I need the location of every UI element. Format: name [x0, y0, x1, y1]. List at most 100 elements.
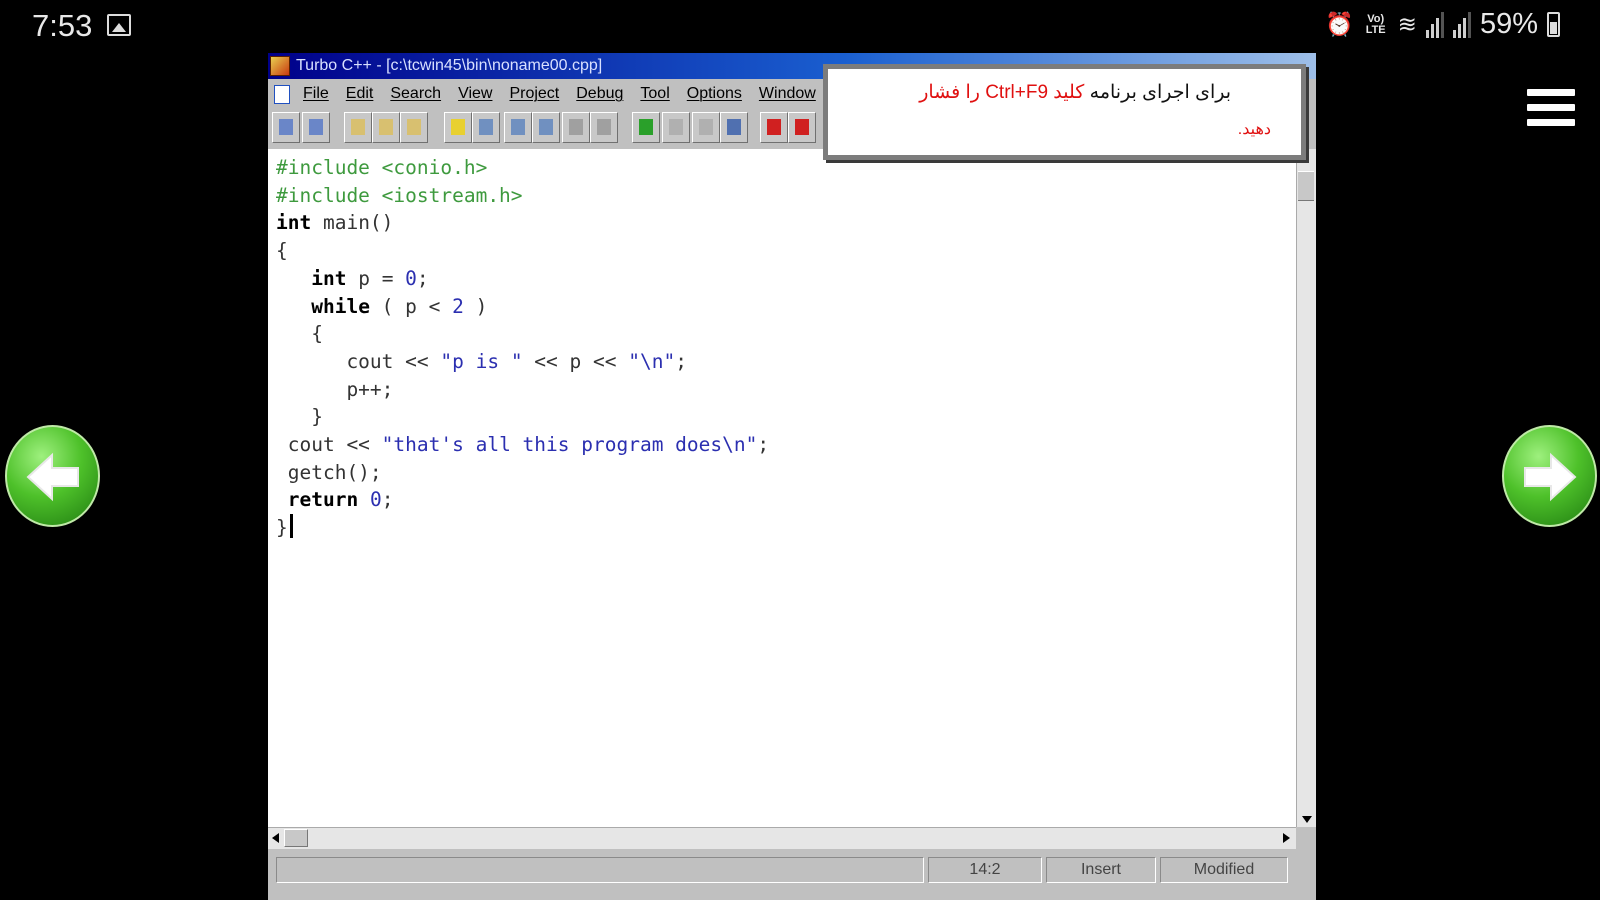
code-line[interactable]: {: [276, 239, 288, 262]
arrow-left-icon: [26, 452, 79, 502]
cut-icon: [569, 119, 583, 135]
modified-indicator: Modified: [1160, 857, 1288, 883]
menu-debug[interactable]: Debug: [576, 85, 623, 103]
code-token: #include <iostream.h>: [276, 183, 523, 207]
code-token: ): [463, 294, 488, 318]
battery-icon: [1547, 12, 1560, 37]
code-line[interactable]: while ( p < 2 ): [276, 295, 487, 318]
menu-edit[interactable]: Edit: [346, 85, 374, 103]
undo-button[interactable]: [272, 112, 300, 143]
code-line[interactable]: cout << "p is " << p << "\n";: [276, 350, 687, 373]
hamburger-menu-icon[interactable]: [1527, 89, 1575, 129]
watch-button[interactable]: [788, 112, 816, 143]
code-token: "p is ": [440, 349, 523, 373]
gallery-notification-icon: [107, 14, 131, 36]
code-token: getch();: [276, 460, 382, 484]
compile-button[interactable]: [444, 112, 472, 143]
trace-into-icon: [699, 119, 713, 135]
code-token: #include <conio.h>: [276, 156, 488, 179]
previous-slide-button[interactable]: [5, 425, 100, 527]
redo-button[interactable]: [302, 112, 330, 143]
compile-icon: [451, 119, 465, 135]
signal-icon-sim2: [1452, 11, 1471, 38]
run-icon: [639, 119, 653, 135]
build-icon: [511, 119, 525, 135]
code-line[interactable]: #include <conio.h>: [276, 156, 487, 179]
menu-file[interactable]: File: [303, 85, 329, 103]
code-line[interactable]: cout << "that's all this program does\n"…: [276, 433, 769, 456]
tooltip-shortcut: Ctrl+F9: [985, 82, 1049, 103]
horizontal-scroll-thumb[interactable]: [284, 829, 308, 847]
code-line[interactable]: }: [276, 514, 293, 540]
code-token: }: [276, 405, 323, 429]
cursor-position: 14:2: [928, 857, 1042, 883]
menu-view[interactable]: View: [458, 85, 492, 103]
code-token: "\n": [628, 349, 676, 373]
code-token: cout <<: [276, 349, 441, 373]
horizontal-scrollbar[interactable]: [268, 827, 1296, 849]
code-token: return: [287, 488, 359, 512]
build-button[interactable]: [504, 112, 532, 143]
code-token: p =: [346, 266, 406, 290]
redo-icon: [309, 119, 323, 135]
code-token: ;: [381, 488, 394, 512]
turbo-cpp-app-icon: [270, 56, 290, 76]
document-icon[interactable]: [274, 85, 290, 104]
cut-button[interactable]: [562, 112, 590, 143]
code-line[interactable]: p++;: [276, 378, 393, 401]
wifi-icon: ≋: [1397, 11, 1417, 37]
save-file-button[interactable]: [400, 112, 428, 143]
scroll-down-icon[interactable]: [1302, 816, 1312, 823]
next-slide-button[interactable]: [1502, 425, 1597, 527]
code-line[interactable]: int main(): [276, 211, 393, 234]
code-line[interactable]: return 0;: [276, 488, 394, 512]
breakpoint-button[interactable]: [760, 112, 788, 143]
make-button[interactable]: [472, 112, 500, 143]
phone-status-bar: 7:53 ⏰ Vo) LTE ≋ 59%: [0, 0, 1600, 56]
arrow-right-icon: [1524, 452, 1577, 502]
code-line[interactable]: }: [276, 405, 323, 428]
vertical-scroll-thumb[interactable]: [1298, 171, 1314, 201]
vertical-scrollbar[interactable]: [1296, 149, 1316, 827]
code-line[interactable]: getch();: [276, 461, 382, 484]
code-token: ;: [757, 433, 770, 457]
instruction-tooltip: برای اجرای برنامه کلید Ctrl+F9 را فشار د…: [823, 64, 1306, 160]
code-token: 2: [452, 294, 464, 318]
turbo-cpp-window: Turbo C++ - [c:\tcwin45\bin\noname00.cpp…: [268, 53, 1316, 900]
status-message: [276, 857, 924, 883]
open-file-icon: [379, 119, 393, 135]
menu-tool[interactable]: Tool: [640, 85, 669, 103]
code-editor[interactable]: #include <conio.h> #include <iostream.h>…: [268, 149, 1316, 827]
code-token: p++;: [276, 377, 394, 401]
scroll-right-icon[interactable]: [1283, 833, 1290, 843]
code-line[interactable]: {: [276, 322, 323, 345]
inspect-button[interactable]: [720, 112, 748, 143]
code-token: "that's all this program does\n": [381, 433, 758, 457]
code-line[interactable]: int p = 0;: [276, 266, 429, 290]
scroll-left-icon[interactable]: [272, 833, 279, 843]
source-code[interactable]: #include <conio.h> #include <iostream.h>…: [276, 154, 769, 542]
code-token: << p <<: [522, 349, 629, 373]
build-all-button[interactable]: [532, 112, 560, 143]
new-file-button[interactable]: [344, 112, 372, 143]
code-line[interactable]: #include <iostream.h>: [276, 184, 523, 207]
undo-icon: [279, 119, 293, 135]
menu-search[interactable]: Search: [390, 85, 441, 103]
tooltip-line-1: برای اجرای برنامه کلید Ctrl+F9 را فشار: [919, 81, 1231, 104]
menu-options[interactable]: Options: [687, 85, 742, 103]
editor-status-bar: 14:2 Insert Modified: [268, 853, 1316, 900]
code-token: }: [276, 516, 288, 540]
copy-button[interactable]: [590, 112, 618, 143]
menu-window[interactable]: Window: [759, 85, 816, 103]
trace-into-button[interactable]: [692, 112, 720, 143]
run-button[interactable]: [632, 112, 660, 143]
code-token: ;: [416, 266, 429, 290]
inspect-icon: [727, 119, 741, 135]
menu-project[interactable]: Project: [509, 85, 559, 103]
step-over-button[interactable]: [662, 112, 690, 143]
signal-icon: [1425, 11, 1444, 38]
status-icons: ⏰ Vo) LTE ≋ 59%: [1325, 8, 1560, 41]
open-file-button[interactable]: [372, 112, 400, 143]
